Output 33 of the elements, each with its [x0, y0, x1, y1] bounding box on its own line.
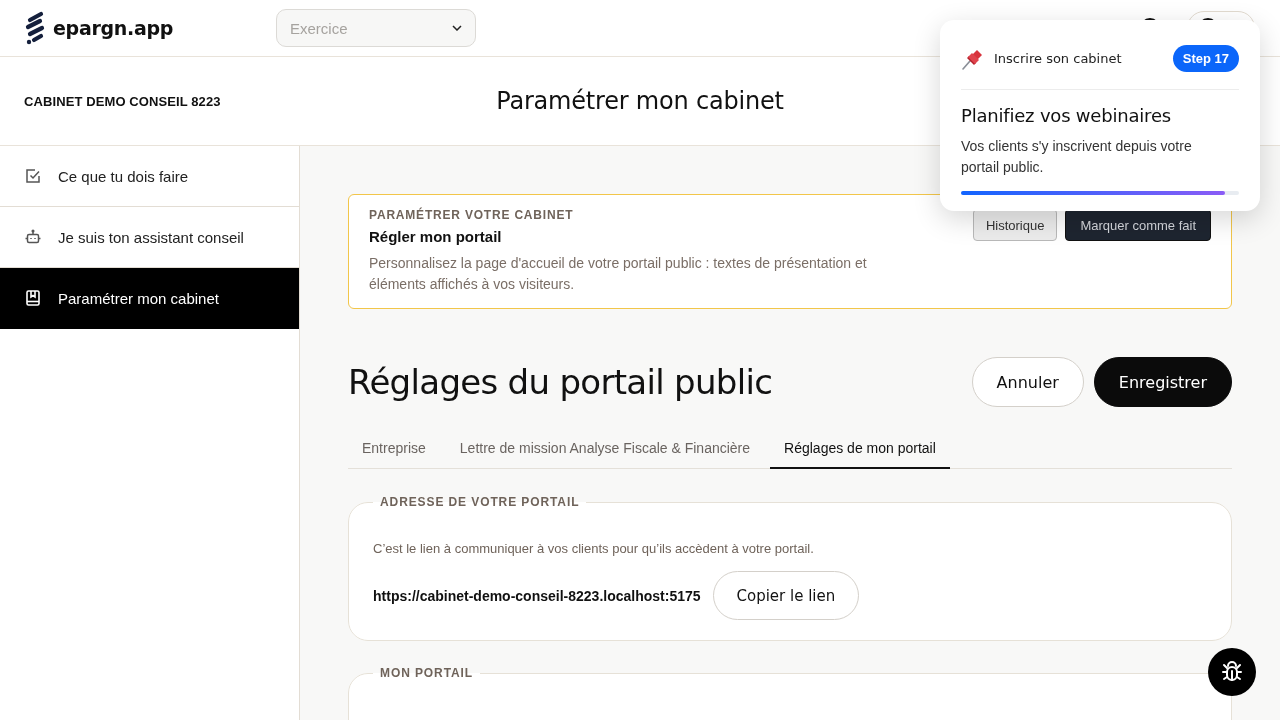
robot-icon: [24, 228, 42, 246]
copy-link-button[interactable]: Copier le lien: [712, 571, 860, 620]
card-legend: MON PORTAIL: [373, 665, 480, 681]
page-title: Paramétrer mon cabinet: [496, 87, 784, 115]
portal-url: https://cabinet-demo-conseil-8223.localhost:5175: [373, 587, 701, 604]
firm-name: CABINET DEMO CONSEIL 8223: [24, 93, 222, 109]
sidebar-item-label: Je suis ton assistant conseil: [58, 228, 244, 246]
history-button[interactable]: Historique: [972, 209, 1058, 241]
logo-icon: [24, 11, 46, 45]
tab[interactable]: Entreprise: [348, 430, 440, 469]
task-eyebrow: PARAMÉTRER VOTRE CABINET: [369, 207, 575, 223]
sidebar-item-label: Paramétrer mon cabinet: [58, 289, 219, 307]
task-description: Personnalisez la page d'accueil de votre portail public : textes de présentation et éléments affichés à vos visiteurs.: [369, 254, 868, 294]
bug-icon: [1220, 660, 1244, 684]
tab[interactable]: Réglages de mon portail: [770, 430, 950, 469]
checkbox-icon: [24, 167, 42, 185]
step-badge: Step 17: [1172, 45, 1239, 72]
book-icon: [24, 289, 42, 307]
section-heading: Réglages du portail public: [348, 362, 773, 402]
cancel-button[interactable]: Annuler: [971, 357, 1084, 407]
mark-done-button[interactable]: Marquer comme fait: [1065, 209, 1211, 241]
tour-text: Vos clients s'y inscrivent depuis votre portail public.: [961, 137, 1193, 177]
task-title: Régler mon portail: [369, 227, 503, 247]
logo-text: epargn.app: [53, 17, 174, 39]
save-button[interactable]: Enregistrer: [1093, 357, 1232, 407]
chevron-down-icon: [452, 25, 462, 31]
tour-title: Planifiez vos webinaires: [961, 105, 1172, 127]
hint-text: C’est le lien à communiquer à vos clients pour qu’ils accèdent à votre portail.: [373, 540, 815, 558]
card-legend: ADRESSE DE VOTRE PORTAIL: [373, 494, 587, 510]
sidebar-item[interactable]: Paramétrer mon cabinet: [0, 268, 299, 329]
tour-section-label: Inscrire son cabinet: [994, 51, 1122, 66]
tab[interactable]: Lettre de mission Analyse Fiscale & Financière: [445, 430, 765, 469]
sidebar-item-label: Ce que tu dois faire: [58, 167, 189, 185]
